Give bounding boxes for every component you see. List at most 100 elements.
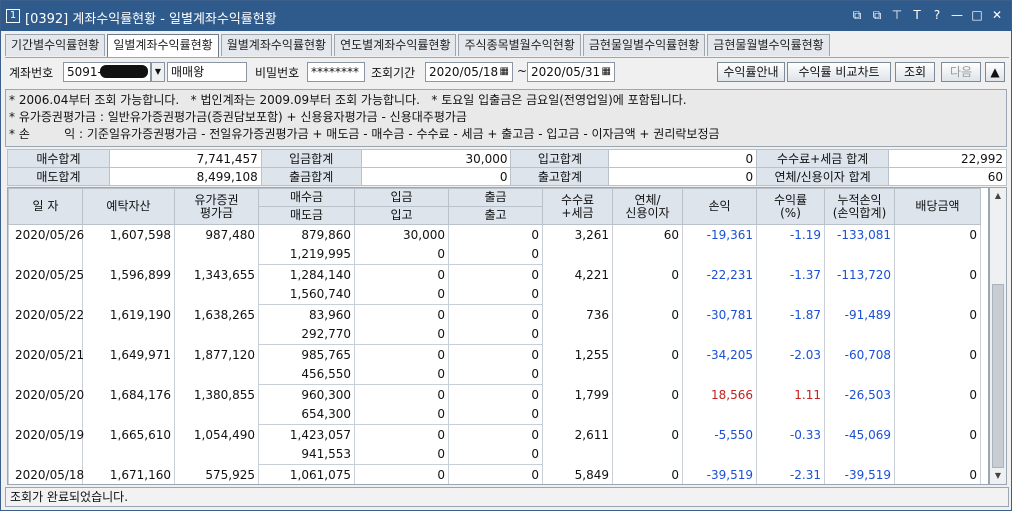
- header-profit: 손익: [682, 188, 757, 225]
- cell-cum-profit: -39,519: [824, 464, 895, 484]
- table-row[interactable]: 2020/05/20 1,684,176 1,380,855 960,300 0 0 1,7…: [8, 384, 989, 425]
- help-icon[interactable]: ?: [929, 7, 945, 23]
- cell-buy: 83,960: [258, 304, 355, 325]
- table-row[interactable]: 2020/05/25 1,596,899 1,343,655 1,284,140 0 0 4…: [8, 264, 989, 305]
- period-separator: ~: [517, 64, 528, 78]
- cell-profit: -19,361: [682, 224, 757, 265]
- cell-securities-eval: 1,343,655: [174, 264, 259, 305]
- app-window: 1 [0392] 계좌수익률현황 - 일별계좌수익률현황 ⧉ ⧉ ⊤ T ? —…: [0, 0, 1012, 511]
- cell-interest: 0: [612, 424, 683, 465]
- sell-total-label: 매도합계: [7, 167, 110, 186]
- cell-return-pct: -2.03: [756, 344, 825, 385]
- scroll-down-icon[interactable]: ▼: [990, 468, 1006, 484]
- tab-yearly-account-return[interactable]: 연도별계좌수익률현황: [334, 34, 457, 56]
- password-field[interactable]: ********: [307, 62, 365, 82]
- minimize-icon[interactable]: —: [949, 7, 965, 23]
- cell-profit: 18,566: [682, 384, 757, 425]
- calendar-icon[interactable]: ▦: [602, 63, 611, 81]
- cell-stock-in: [355, 485, 449, 486]
- cell-profit: -34,205: [682, 344, 757, 385]
- date-from-value: 2020/05/18: [429, 65, 499, 79]
- account-name-field: 매매왕: [167, 62, 247, 82]
- window-title: [0392] 계좌수익률현황 - 일별계좌수익률현황: [25, 12, 277, 27]
- table-row[interactable]: 2020/05/19 1,665,610 1,054,490 1,423,057 0 0 2…: [8, 424, 989, 465]
- restore-layout-icon[interactable]: ⧉: [849, 7, 865, 23]
- cell-fee-tax: 3,261: [542, 224, 613, 265]
- cell-stock-in: 0: [354, 324, 449, 345]
- table-row[interactable]: 2020/05/18 1,671,160 575,925 1,061,075 0 0 5,8…: [8, 464, 989, 484]
- cell-buy: 1,423,057: [258, 424, 355, 445]
- buy-total-value: 7,741,457: [108, 149, 262, 168]
- account-dropdown-button[interactable]: ▼: [151, 62, 165, 82]
- collapse-up-button[interactable]: ▲: [985, 62, 1005, 82]
- header-return-pct-text: 수익률 (%): [773, 192, 808, 220]
- cell-cum-profit: -26,503: [824, 384, 895, 425]
- return-guide-button[interactable]: 수익률안내: [717, 62, 785, 82]
- cell-interest: 0: [612, 344, 683, 385]
- cell-dividend: 0: [894, 424, 981, 465]
- maximize-icon[interactable]: □: [969, 7, 985, 23]
- withdraw-total-value: 0: [360, 167, 512, 186]
- cell-return-pct: -1.19: [756, 224, 825, 265]
- query-button[interactable]: 조회: [895, 62, 935, 82]
- header-securities-eval: 유가증권 평가금: [174, 188, 259, 225]
- cell-date: 2020/05/25: [8, 264, 84, 305]
- header-return-pct: 수익률 (%): [756, 188, 825, 225]
- stock-in-total-label: 입고합계: [510, 149, 610, 168]
- cell-interest: 0: [612, 304, 683, 345]
- password-label: 비밀번호: [255, 66, 300, 80]
- daily-return-grid[interactable]: 일 자 예탁자산 유가증권 평가금 매수금 입금 출금 수수료 +세금 연체/ …: [7, 187, 989, 485]
- font-size-icon[interactable]: T: [909, 7, 925, 23]
- cell-fee-tax: 736: [542, 304, 613, 345]
- grid-scrollbar[interactable]: ▲ ▼: [989, 187, 1007, 485]
- deposit-total-value: 30,000: [360, 149, 512, 168]
- tab-gold-monthly-return[interactable]: 금현물월별수익률현황: [707, 34, 830, 56]
- cell-cum-profit: -60,708: [824, 344, 895, 385]
- header-dividend: 배당금액: [894, 188, 981, 225]
- cell-deposit-in: 0: [354, 464, 449, 484]
- account-number-field[interactable]: 5091-: [63, 62, 151, 82]
- note-line: * 2006.04부터 조회 가능합니다. * 법인계좌는 2009.09부터 …: [9, 93, 687, 107]
- header-withdraw: 출금: [448, 188, 543, 207]
- scroll-up-icon[interactable]: ▲: [990, 188, 1006, 204]
- close-icon[interactable]: ✕: [989, 7, 1005, 23]
- cell-withdraw: 0: [448, 424, 543, 445]
- scroll-thumb[interactable]: [992, 284, 1004, 468]
- return-compare-chart-button[interactable]: 수익률 비교차트: [787, 62, 891, 82]
- cell-securities-eval: 1,638,265: [174, 304, 259, 345]
- buy-total-label: 매수합계: [7, 149, 110, 168]
- new-window-icon[interactable]: ⧉: [869, 7, 885, 23]
- cell-interest: 0: [612, 264, 683, 305]
- withdraw-total-label: 출금합계: [260, 167, 362, 186]
- cell-stock-out: 0: [448, 404, 543, 425]
- cell-sell: 941,553: [258, 444, 355, 465]
- table-row[interactable]: 2020/05/26 1,607,598 987,480 879,860 30,000 0…: [8, 224, 989, 265]
- cell-stock-in: 0: [354, 364, 449, 385]
- tab-gold-daily-return[interactable]: 금현물일별수익률현황: [582, 34, 706, 56]
- cell-fee-tax: 4,221: [542, 264, 613, 305]
- date-from-field[interactable]: 2020/05/18 ▦: [425, 62, 513, 82]
- pin-icon[interactable]: ⊤: [889, 7, 905, 23]
- next-button[interactable]: 다음: [941, 62, 981, 82]
- cell-dividend: 0: [894, 464, 981, 484]
- cell-deposit-in: 0: [354, 384, 449, 405]
- cell-buy: 985,765: [258, 344, 355, 365]
- table-row[interactable]: 2020/05/22 1,619,190 1,638,265 83,960 0 0 736 0…: [8, 304, 989, 345]
- cell-stock-in: 0: [354, 244, 449, 265]
- cell-withdraw: 0: [448, 304, 543, 325]
- tab-stock-monthly-profit[interactable]: 주식종목별월수익현황: [458, 34, 581, 56]
- calendar-icon[interactable]: ▦: [500, 63, 509, 81]
- cell-profit: -30,781: [682, 304, 757, 345]
- title-bar[interactable]: 1 [0392] 계좌수익률현황 - 일별계좌수익률현황 ⧉ ⧉ ⊤ T ? —…: [1, 1, 1011, 31]
- tab-daily-account-return[interactable]: 일별계좌수익률현황: [107, 34, 219, 57]
- table-row[interactable]: 2020/05/21 1,649,971 1,877,120 985,765 0 0 1,2…: [8, 344, 989, 385]
- tab-period-return[interactable]: 기간별수익률현황: [5, 34, 106, 56]
- cell-stock-in: 0: [354, 284, 449, 305]
- cell-interest: 0: [612, 384, 683, 425]
- date-to-field[interactable]: 2020/05/31 ▦: [527, 62, 615, 82]
- cell-sell: [259, 485, 355, 486]
- cell-withdraw: 0: [448, 224, 543, 245]
- tab-monthly-account-return[interactable]: 월별계좌수익률현황: [220, 34, 333, 56]
- cell-cum-profit: -45,069: [824, 424, 895, 465]
- interest-total-label: 연체/신용이자 합계: [756, 167, 890, 186]
